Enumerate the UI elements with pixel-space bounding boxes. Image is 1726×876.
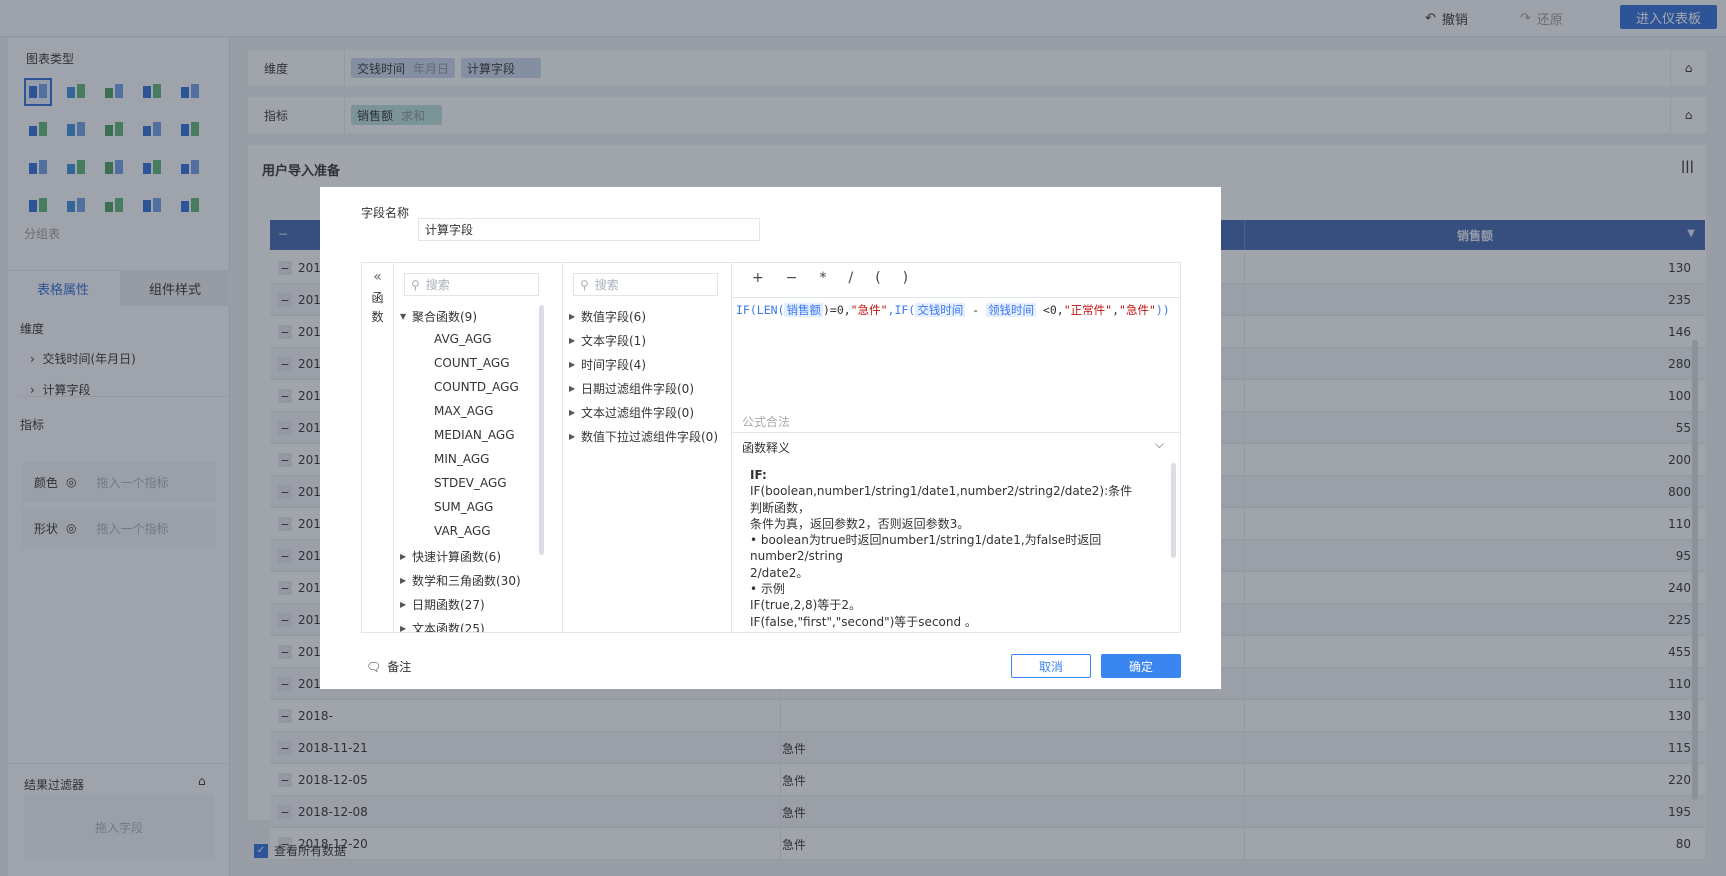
caret-right-icon: ▶ [400, 600, 407, 609]
operator-button[interactable]: ) [903, 270, 908, 286]
function-list-panel: ⚲ 搜索 ▼ 聚合函数(9) AVG_AGG COUNT_AGG COUNTD_AGG MA… [394, 263, 563, 632]
function-item[interactable]: AVG_AGG [434, 332, 492, 346]
field-list-panel: ⚲ 搜索 ▶ 数值字段(6) ▶ 文本字段(1) ▶ 时间字段(4) ▶ 日期过滤组件字段(0)… [563, 263, 732, 632]
formula-editor: + − * / () IF(LEN(销售额)=0,"急件",IF(交钱时间 - 领钱时间… [732, 263, 1180, 632]
function-group[interactable]: ▶ 文本函数(25) [400, 620, 485, 632]
search-icon: ⚲ [411, 277, 420, 292]
description-line: IF(各门店净利润>0,"good","bad")，当净利润>0等于good，净… [750, 630, 1140, 632]
function-group[interactable]: ▶ 日期函数(27) [400, 596, 485, 613]
function-item[interactable]: COUNT_AGG [434, 356, 510, 370]
function-group[interactable]: ▶ 数学和三角函数(30) [400, 572, 521, 589]
function-group[interactable]: ▶ 快速计算函数(6) [400, 548, 501, 565]
operator-button[interactable]: / [848, 270, 853, 286]
field-group[interactable]: ▶ 数值下拉过滤组件字段(0) [569, 428, 718, 445]
field-group[interactable]: ▶ 日期过滤组件字段(0) [569, 380, 694, 397]
cancel-button[interactable]: 取消 [1011, 654, 1091, 678]
caret-right-icon: ▶ [569, 432, 576, 441]
note-button[interactable]: 🗨 备注 [366, 658, 411, 675]
field-group[interactable]: ▶ 时间字段(4) [569, 356, 646, 373]
operator-toolbar: + − * / () [752, 270, 908, 286]
function-search-input[interactable]: ⚲ 搜索 [404, 273, 539, 296]
formula-input[interactable]: IF(LEN(销售额)=0,"急件",IF(交钱时间 - 领钱时间 <0,"正常… [736, 302, 1170, 318]
operator-button[interactable]: + [752, 270, 764, 286]
function-panel-toggle[interactable]: « 函 数 [362, 263, 394, 632]
function-item[interactable]: COUNTD_AGG [434, 380, 519, 394]
caret-right-icon: ▶ [400, 576, 407, 585]
calculated-field-dialog: 字段名称 计算字段 « 函 数 ⚲ 搜索 ▼ 聚合函数(9) AVG_AGG COUNT… [320, 187, 1221, 689]
formula-status: 公式合法 [742, 415, 791, 429]
field-search-input[interactable]: ⚲ 搜索 [573, 273, 718, 296]
comment-icon: 🗨 [366, 659, 382, 674]
operator-button[interactable]: − [786, 270, 798, 286]
field-group[interactable]: ▶ 数值字段(6) [569, 308, 646, 325]
caret-right-icon: ▶ [569, 408, 576, 417]
description-line: IF(false,"first","second")等于second 。 [750, 614, 977, 629]
caret-down-icon: ▼ [400, 312, 407, 321]
caret-right-icon: ▶ [400, 624, 407, 632]
function-item[interactable]: STDEV_AGG [434, 476, 507, 490]
function-item[interactable]: MEDIAN_AGG [434, 428, 515, 442]
operator-button[interactable]: * [819, 270, 826, 286]
description-line: IF(true,2,8)等于2。 [750, 598, 861, 613]
ok-button[interactable]: 确定 [1101, 654, 1181, 678]
function-item[interactable]: MIN_AGG [434, 452, 489, 466]
description-scrollbar[interactable] [1171, 463, 1176, 558]
operator-button[interactable]: ( [875, 270, 880, 286]
caret-right-icon: ▶ [569, 360, 576, 369]
field-name-input[interactable]: 计算字段 [418, 218, 760, 241]
description-line: • 示例 [750, 582, 785, 597]
description-line: • boolean为true时返回number1/string1/date1,为… [750, 533, 1102, 564]
function-item[interactable]: SUM_AGG [434, 500, 493, 514]
caret-right-icon: ▶ [569, 336, 576, 345]
description-line: 2/date2。 [750, 565, 809, 580]
description-line: IF(boolean,number1/string1/date1,number2… [750, 484, 1133, 515]
function-item[interactable]: VAR_AGG [434, 524, 491, 538]
function-list-scrollbar[interactable] [539, 305, 544, 555]
caret-right-icon: ▶ [400, 552, 407, 561]
field-name-label: 字段名称 [361, 206, 410, 220]
description-line: IF: [750, 468, 767, 482]
editor-box: « 函 数 ⚲ 搜索 ▼ 聚合函数(9) AVG_AGG COUNT_AGG COUNTD… [361, 262, 1181, 633]
description-line: 条件为真，返回参数2，否则返回参数3。 [750, 516, 970, 531]
search-icon: ⚲ [580, 277, 589, 292]
field-group[interactable]: ▶ 文本字段(1) [569, 332, 646, 349]
caret-right-icon: ▶ [569, 312, 576, 321]
function-item[interactable]: MAX_AGG [434, 404, 493, 418]
field-group[interactable]: ▶ 文本过滤组件字段(0) [569, 404, 694, 421]
function-description: IF: IF(boolean,number1/string1/date1,numb… [750, 467, 1140, 631]
collapse-double-chevron-icon: « [373, 269, 382, 285]
function-group[interactable]: ▼ 聚合函数(9) [400, 308, 477, 325]
caret-right-icon: ▶ [569, 384, 576, 393]
